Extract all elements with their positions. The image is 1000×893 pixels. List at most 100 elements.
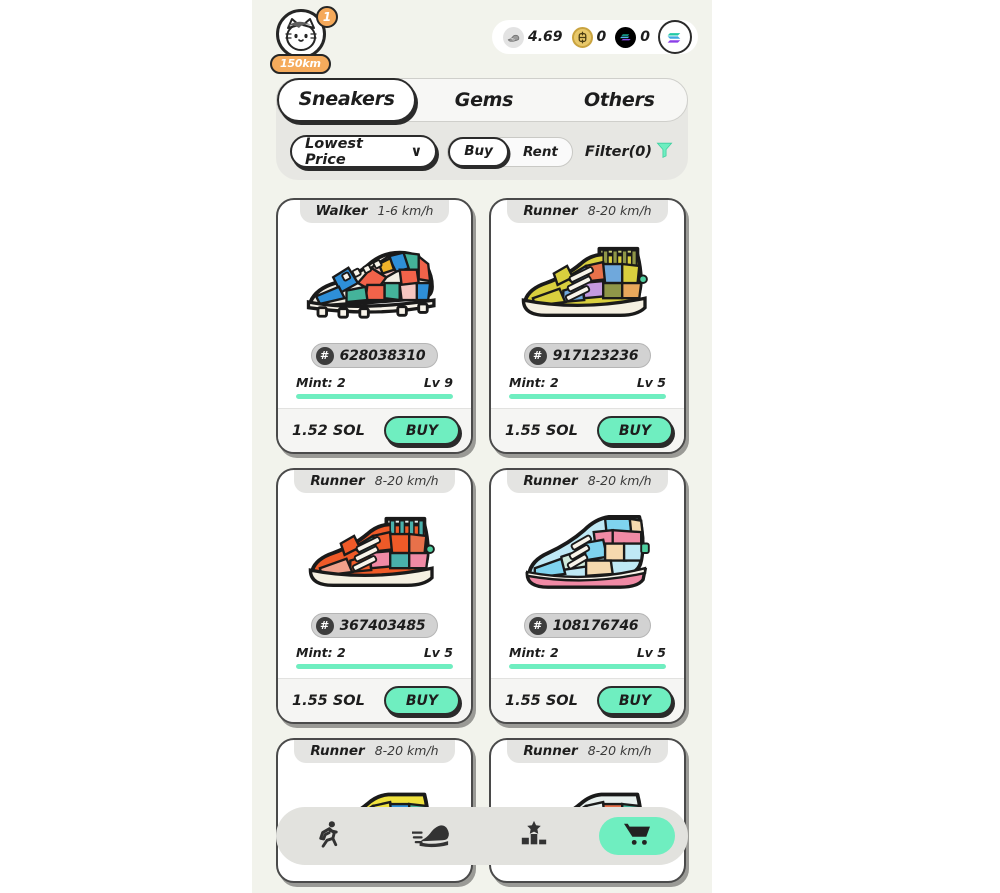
buy-button[interactable]: BUY: [596, 416, 673, 445]
chevron-down-icon: ∨: [410, 143, 423, 160]
card-footer: 1.55 SOL BUY: [491, 408, 684, 452]
tab-others[interactable]: Others: [552, 78, 687, 122]
durability-fill: [509, 394, 666, 399]
tab-sneakers[interactable]: Sneakers: [277, 78, 417, 122]
durability-bar: [509, 664, 666, 669]
mint-count: Mint: 2: [509, 645, 559, 660]
leaderboard-podium-icon: [519, 819, 549, 853]
nav-run[interactable]: [290, 817, 366, 855]
high-top-shoe-icon: [278, 495, 471, 611]
filter-label: Filter(0): [584, 143, 652, 160]
sneaker-card[interactable]: Walker 1-6 km/h # 628038310 Mint: 2 Lv 9…: [276, 198, 473, 454]
mint-count: Mint: 2: [296, 645, 346, 660]
profile-avatar-group[interactable]: 1 150km: [270, 6, 338, 74]
sneaker-id-pill: # 917123236: [523, 343, 652, 368]
durability-bar: [509, 394, 666, 399]
card-type: Runner: [523, 473, 578, 489]
energy-value: 4.69: [527, 29, 563, 45]
card-type: Runner: [523, 203, 578, 219]
sneaker-id-pill: # 108176746: [523, 613, 652, 638]
sol-value: 0: [640, 29, 650, 45]
sort-dropdown[interactable]: Lowest Price ∨: [290, 135, 438, 168]
card-stats: Mint: 2 Lv 9: [278, 368, 471, 390]
funnel-icon: [655, 140, 674, 163]
level-value: Lv 5: [423, 645, 453, 660]
hash-icon: #: [315, 616, 334, 635]
hash-icon: #: [528, 616, 547, 635]
card-speed: 8-20 km/h: [587, 473, 652, 488]
tab-gems[interactable]: Gems: [416, 78, 551, 122]
app-header: 1 150km 4.69 0 0: [252, 0, 712, 74]
mint-count: Mint: 2: [509, 375, 559, 390]
nav-leaderboard[interactable]: [496, 817, 572, 855]
level-value: Lv 5: [636, 645, 666, 660]
energy-balance[interactable]: 4.69: [500, 26, 566, 48]
cleat-shoe-icon: [278, 225, 471, 341]
durability-bar: [296, 394, 453, 399]
category-tabs: Sneakers Gems Others: [276, 78, 688, 122]
buy-button[interactable]: BUY: [383, 686, 460, 715]
sneaker-card[interactable]: Runner 8-20 km/h: [489, 468, 686, 724]
filter-controls: Lowest Price ∨ Buy Rent Filter(0): [276, 122, 688, 168]
sneaker-id: 628038310: [339, 347, 426, 364]
card-stats: Mint: 2 Lv 5: [491, 368, 684, 390]
pastel-high-top-icon: [491, 495, 684, 611]
mint-count: Mint: 2: [296, 375, 346, 390]
running-person-icon: [312, 819, 343, 854]
card-type: Runner: [310, 743, 365, 759]
energy-shoe-icon: [502, 26, 524, 48]
sneaker-id-pill: # 628038310: [310, 343, 439, 368]
card-footer: 1.55 SOL BUY: [278, 678, 471, 722]
buy-button[interactable]: BUY: [596, 686, 673, 715]
filter-panel: Sneakers Gems Others Lowest Price ∨ Buy …: [276, 78, 688, 180]
gst-value: 0: [596, 29, 607, 45]
card-speed: 1-6 km/h: [377, 203, 434, 218]
solana-wallet-icon[interactable]: [658, 20, 692, 54]
sneaker-grid: Walker 1-6 km/h # 628038310 Mint: 2 Lv 9…: [252, 180, 712, 883]
durability-fill: [296, 664, 453, 669]
card-type-tag: Runner 8-20 km/h: [507, 200, 668, 223]
sneaker-id: 917123236: [552, 347, 639, 364]
sneaker-id-pill: # 367403485: [310, 613, 439, 638]
sneaker-id: 367403485: [339, 617, 426, 634]
filter-button[interactable]: Filter(0): [585, 140, 674, 163]
card-type: Runner: [310, 473, 365, 489]
level-value: Lv 9: [423, 375, 453, 390]
card-type-tag: Runner 8-20 km/h: [294, 470, 455, 493]
card-speed: 8-20 km/h: [587, 203, 652, 218]
card-type-tag: Runner 8-20 km/h: [507, 740, 668, 763]
price-label: 1.55 SOL: [292, 692, 365, 709]
sneaker-card[interactable]: Runner 8-20 km/h: [489, 198, 686, 454]
price-label: 1.55 SOL: [505, 692, 578, 709]
sneaker-speed-icon: [410, 821, 450, 852]
card-stats: Mint: 2 Lv 5: [491, 638, 684, 660]
card-speed: 8-20 km/h: [374, 743, 439, 758]
gst-balance[interactable]: 0: [569, 26, 610, 48]
buy-rent-toggle: Buy Rent: [447, 136, 573, 167]
card-type-tag: Runner 8-20 km/h: [507, 470, 668, 493]
toggle-buy[interactable]: Buy: [448, 136, 509, 167]
app-viewport: 1 150km 4.69 0 0 Sneakers Gems Others Lo…: [252, 0, 712, 893]
sneaker-card[interactable]: Runner 8-20 km/h: [276, 468, 473, 724]
bottom-navigation: [276, 807, 688, 865]
sort-label: Lowest Price: [305, 135, 363, 168]
nav-marketplace[interactable]: [598, 817, 675, 855]
buy-button[interactable]: BUY: [383, 416, 460, 445]
gst-coin-icon: [571, 26, 593, 48]
durability-fill: [296, 394, 453, 399]
toggle-rent[interactable]: Rent: [509, 137, 572, 167]
sneaker-id: 108176746: [552, 617, 639, 634]
price-label: 1.52 SOL: [292, 422, 365, 439]
high-top-shoe-icon: [491, 225, 684, 341]
durability-bar: [296, 664, 453, 669]
nav-sneakers[interactable]: [393, 817, 469, 855]
card-footer: 1.52 SOL BUY: [278, 408, 471, 452]
card-type-tag: Runner 8-20 km/h: [294, 740, 455, 763]
card-speed: 8-20 km/h: [587, 743, 652, 758]
hash-icon: #: [528, 346, 547, 365]
sol-balance[interactable]: 0: [612, 26, 653, 48]
card-footer: 1.55 SOL BUY: [491, 678, 684, 722]
wallet-bar: 4.69 0 0: [491, 20, 698, 54]
hash-icon: #: [315, 346, 334, 365]
shopping-cart-icon: [621, 821, 653, 851]
